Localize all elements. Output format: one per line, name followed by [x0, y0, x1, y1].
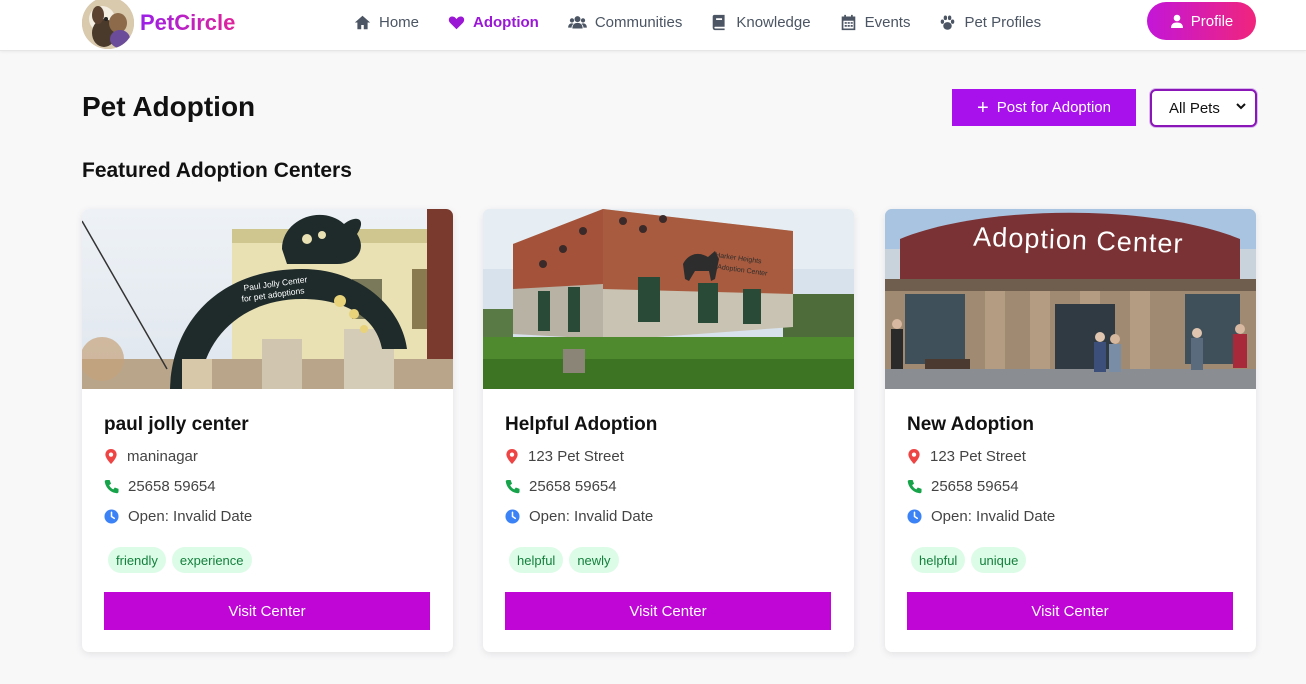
chevron-down-icon — [1236, 103, 1246, 110]
phone-icon — [104, 479, 119, 494]
post-for-adoption-button[interactable]: + Post for Adoption — [952, 89, 1136, 126]
center-address: 123 Pet Street — [505, 448, 624, 465]
nav-events[interactable]: Events — [840, 13, 911, 31]
nav-knowledge-label: Knowledge — [736, 13, 811, 31]
map-pin-icon — [506, 449, 518, 464]
visit-center-button[interactable]: Visit Center — [104, 592, 430, 630]
calendar-icon — [841, 14, 855, 30]
petcircle-logo — [82, 0, 134, 49]
profile-button-label: Profile — [1190, 12, 1234, 30]
center-hours-text: Open: Invalid Date — [931, 508, 1056, 525]
center-address-text: 123 Pet Street — [930, 448, 1026, 465]
center-name: New Adoption — [907, 414, 1034, 435]
brand[interactable]: PetCircle — [82, 0, 235, 49]
paw-icon — [941, 15, 955, 30]
nav-communities-label: Communities — [594, 13, 683, 31]
post-for-adoption-label: Post for Adoption — [996, 99, 1111, 116]
nav-knowledge[interactable]: Knowledge — [711, 13, 811, 31]
page-title: Pet Adoption — [82, 91, 256, 122]
clock-icon — [907, 509, 922, 524]
nav-home[interactable]: Home — [354, 14, 419, 31]
center-tag: helpful — [911, 547, 966, 573]
pet-filter-select[interactable]: All Pets — [1150, 89, 1257, 127]
section-title: Featured Adoption Centers — [82, 159, 352, 182]
center-tags: friendly experience — [108, 547, 258, 573]
center-tag: unique — [971, 547, 1027, 573]
center-hours: Open: Invalid Date — [907, 508, 1055, 525]
center-address: 123 Pet Street — [907, 448, 1026, 465]
nav-adoption[interactable]: Adoption — [448, 14, 539, 31]
phone-icon — [505, 479, 520, 494]
center-name: paul jolly center — [104, 414, 249, 435]
visit-center-button[interactable]: Visit Center — [505, 592, 831, 630]
center-phone-text: 25658 59654 — [931, 478, 1019, 495]
center-photo: Paul Jolly Center for pet adoptions — [82, 209, 453, 389]
profile-button[interactable]: Profile — [1147, 2, 1256, 40]
center-photo: Adoption Center — [885, 209, 1256, 389]
center-hours-text: Open: Invalid Date — [128, 508, 253, 525]
center-tags: helpful newly — [509, 547, 625, 573]
center-hours: Open: Invalid Date — [104, 508, 252, 525]
clock-icon — [104, 509, 119, 524]
pet-filter-value: All Pets — [1169, 99, 1220, 117]
center-hours: Open: Invalid Date — [505, 508, 653, 525]
home-icon — [354, 15, 371, 29]
nav-adoption-label: Adoption — [473, 13, 539, 31]
main-nav: Home Adoption Communities Knowledge Even… — [354, 0, 1070, 44]
center-tag: friendly — [108, 547, 166, 573]
center-address-text: maninagar — [127, 448, 198, 465]
center-phone-text: 25658 59654 — [128, 478, 216, 495]
plus-icon: + — [977, 96, 989, 119]
center-tag: helpful — [509, 547, 564, 573]
book-icon — [713, 14, 725, 30]
heart-icon — [448, 16, 465, 29]
center-hours-text: Open: Invalid Date — [529, 508, 654, 525]
users-icon — [567, 15, 587, 28]
nav-home-label: Home — [379, 13, 420, 31]
center-card: Harker Heights Pet Adoption Center Helpf… — [483, 209, 854, 652]
nav-pet-profiles-label: Pet Profiles — [964, 13, 1042, 31]
center-phone: 25658 59654 — [907, 478, 1019, 495]
nav-communities[interactable]: Communities — [567, 13, 683, 31]
center-address: maninagar — [104, 448, 198, 465]
center-card: Adoption Center New Adoption 123 Pet Str… — [885, 209, 1256, 652]
top-navbar: PetCircle Home Adoption Communities Know… — [0, 0, 1306, 51]
center-tag: experience — [171, 547, 252, 573]
map-pin-icon — [105, 449, 117, 464]
visit-center-button[interactable]: Visit Center — [907, 592, 1233, 630]
user-icon — [1170, 14, 1183, 28]
phone-icon — [907, 479, 922, 494]
center-name: Helpful Adoption — [505, 414, 658, 435]
center-phone-text: 25658 59654 — [529, 478, 617, 495]
center-address-text: 123 Pet Street — [528, 448, 624, 465]
clock-icon — [505, 509, 520, 524]
center-card: Paul Jolly Center for pet adoptions paul… — [82, 209, 453, 652]
center-tag: newly — [569, 547, 619, 573]
center-phone: 25658 59654 — [104, 478, 216, 495]
center-tags: helpful unique — [911, 547, 1032, 573]
center-photo: Harker Heights Pet Adoption Center — [483, 209, 854, 389]
map-pin-icon — [908, 449, 920, 464]
center-phone: 25658 59654 — [505, 478, 617, 495]
nav-events-label: Events — [864, 13, 911, 31]
nav-pet-profiles[interactable]: Pet Profiles — [939, 14, 1041, 31]
brand-name: PetCircle — [140, 10, 236, 35]
